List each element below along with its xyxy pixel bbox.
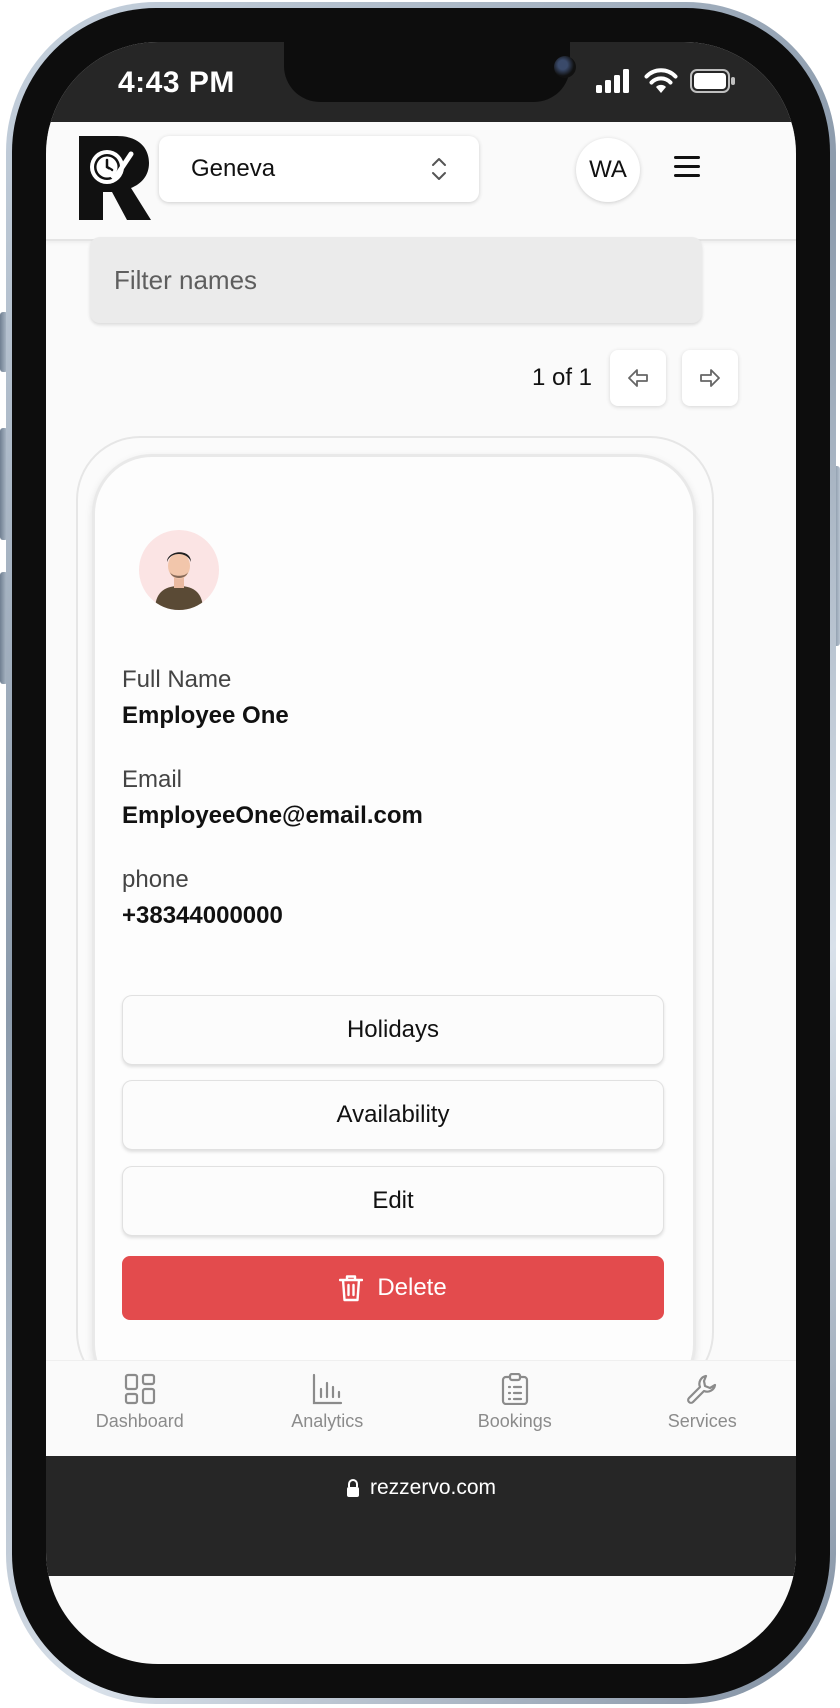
wifi-icon (644, 68, 678, 93)
nav-label-services: Services (667, 1411, 737, 1431)
wrench-icon (687, 1374, 717, 1404)
url-text: rezzervo.com (369, 1476, 497, 1499)
cellular-signal-icon (596, 69, 629, 93)
bottom-navigation: Dashboard Analytics Bookings Services (46, 1360, 796, 1456)
location-select[interactable]: Geneva (159, 136, 479, 202)
delete-button[interactable]: Delete (122, 1256, 664, 1320)
full-name-label: Full Name (122, 666, 232, 693)
battery-icon (690, 69, 735, 93)
nav-item-bookings[interactable]: Bookings (421, 1361, 609, 1456)
status-time: 4:43 PM (118, 66, 235, 99)
hamburger-menu-icon[interactable] (674, 156, 700, 178)
rezzervo-logo (79, 136, 151, 220)
full-name-value: Employee One (122, 702, 289, 729)
user-avatar-button[interactable]: WA (576, 138, 640, 202)
email-value: EmployeeOne@email.com (122, 802, 423, 829)
availability-button[interactable]: Availability (122, 1080, 664, 1150)
holidays-button[interactable]: Holidays (122, 995, 664, 1065)
notch (284, 42, 576, 102)
nav-item-services[interactable]: Services (609, 1361, 797, 1456)
lock-icon (346, 1479, 359, 1497)
person-avatar-icon (155, 552, 203, 610)
chevron-up-down-icon (432, 158, 446, 180)
next-page-button[interactable] (682, 350, 738, 406)
phone-screen: 4:43 PM Geneva WA Filter names 1 of 1 Fu… (46, 42, 796, 1664)
clipboard-icon (501, 1373, 528, 1405)
employee-avatar (139, 530, 219, 610)
phone-bezel: 4:43 PM Geneva WA Filter names 1 of 1 Fu… (12, 8, 830, 1698)
previous-page-button[interactable] (610, 350, 666, 406)
nav-item-analytics[interactable]: Analytics (234, 1361, 422, 1456)
browser-url-bar: rezzervo.com (46, 1456, 796, 1576)
delete-button-label: Delete (377, 1274, 447, 1301)
front-camera (554, 56, 576, 78)
nav-label-bookings: Bookings (477, 1411, 552, 1431)
dashboard-icon (124, 1373, 155, 1405)
nav-item-dashboard[interactable]: Dashboard (46, 1361, 234, 1456)
user-initials: WA (589, 156, 627, 183)
status-icons (596, 68, 736, 94)
nav-label-dashboard: Dashboard (95, 1411, 184, 1431)
phone-frame: 4:43 PM Geneva WA Filter names 1 of 1 Fu… (6, 2, 836, 1704)
location-select-value: Geneva (191, 155, 276, 182)
arrow-left-icon (628, 369, 648, 387)
arrow-right-icon (700, 369, 720, 387)
edit-button[interactable]: Edit (122, 1166, 664, 1236)
analytics-icon (313, 1373, 343, 1405)
page-indicator: 1 of 1 (531, 364, 592, 391)
trash-icon (339, 1275, 364, 1302)
app-header: Geneva WA (46, 122, 796, 241)
email-label: Email (122, 766, 183, 793)
phone-value: +38344000000 (122, 902, 283, 929)
pagination: 1 of 1 (532, 350, 738, 406)
phone-label: phone (122, 866, 189, 893)
url-display[interactable]: rezzervo.com (46, 1476, 796, 1500)
filter-names-input[interactable] (90, 237, 702, 323)
nav-label-analytics: Analytics (291, 1411, 364, 1431)
